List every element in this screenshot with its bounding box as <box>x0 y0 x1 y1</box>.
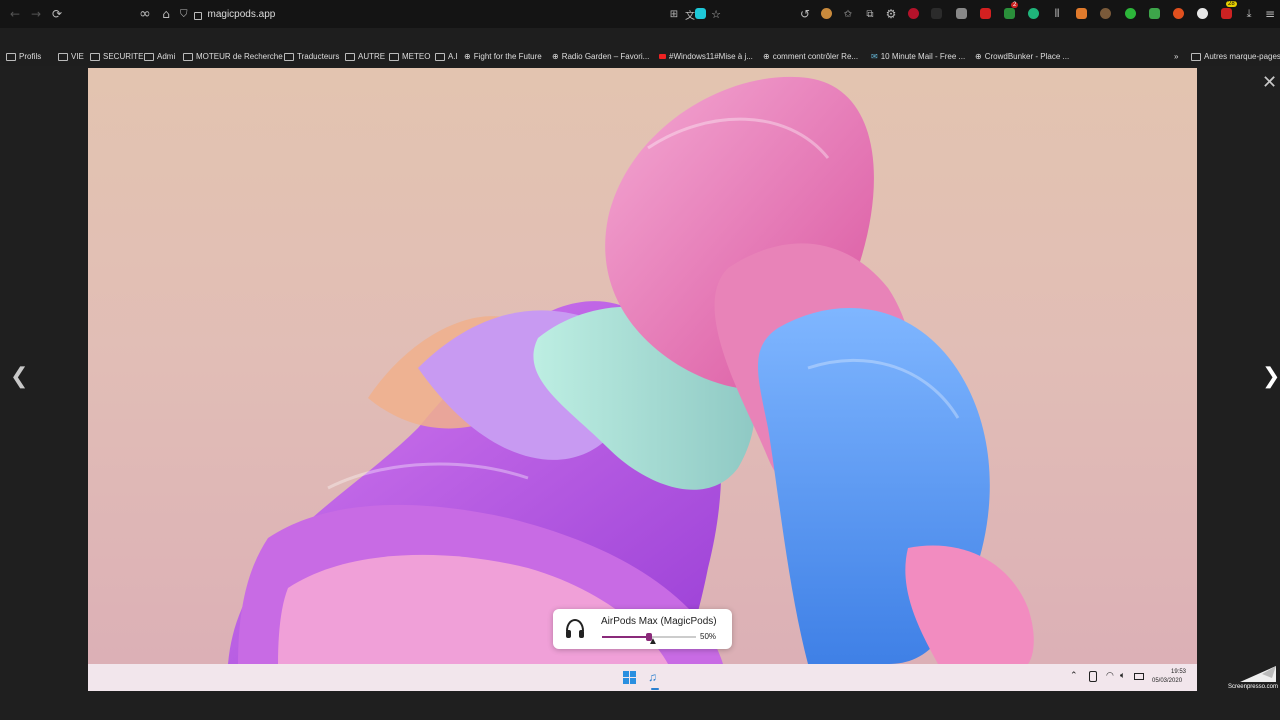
start-button[interactable] <box>623 671 636 684</box>
back-icon[interactable]: ← <box>6 5 24 23</box>
mail-icon: ✉ <box>871 52 878 61</box>
lock-icon <box>193 11 202 20</box>
gear-icon[interactable]: ⚙ <box>882 5 900 23</box>
folder-icon <box>58 52 68 61</box>
extension-icon[interactable] <box>1221 8 1232 19</box>
extension-icon[interactable] <box>1197 8 1208 19</box>
extension-icon[interactable] <box>956 8 967 19</box>
chevron-up-icon[interactable]: ⌃ <box>1070 670 1078 681</box>
magicpods-taskbar-icon[interactable]: ♫ <box>648 670 657 684</box>
bookmark-folder[interactable]: AUTRE <box>345 52 385 61</box>
extension-icon[interactable] <box>1125 8 1136 19</box>
bookmark-link[interactable]: ⊕ Radio Garden – Favori... <box>552 52 649 61</box>
url-text[interactable]: magicpods.app <box>208 9 276 20</box>
watermark-text: Screenpresso <box>1227 684 1265 690</box>
address-bar[interactable]: ⛉ magicpods.app <box>180 5 275 23</box>
browser-toolbar: ← → ⟳ ∞ ⌂ ⛉ magicpods.app ⊞ 文 ☆ ↺ ✩ ⧉ ⚙ … <box>0 0 1280 28</box>
battery-icon[interactable] <box>1134 673 1144 680</box>
infinity-icon[interactable]: ∞ <box>136 5 154 23</box>
bookmark-link[interactable]: ⊕ comment contrôler Re... <box>763 52 858 61</box>
wallpaper-image <box>88 68 1197 664</box>
bookmark-link[interactable]: ⊕ CrowdBunker - Place ... <box>975 52 1069 61</box>
bookmark-folder[interactable]: Traducteurs <box>284 52 339 61</box>
volume-percent: 50% <box>700 632 717 641</box>
star-icon[interactable]: ☆ <box>707 5 725 23</box>
wifi-icon[interactable]: ◠ <box>1106 670 1114 681</box>
cookie-extension-icon[interactable] <box>821 8 832 19</box>
extension-icon[interactable] <box>1004 8 1015 19</box>
bookmark-link[interactable]: ⊕ Fight for the Future <box>464 52 542 61</box>
clock-date[interactable]: 05/03/2020 <box>1152 678 1182 684</box>
home-icon[interactable]: ⌂ <box>157 5 175 23</box>
extension-icon[interactable] <box>695 8 706 19</box>
shield-icon[interactable]: ⛉ <box>180 9 188 20</box>
bookmark-folder[interactable]: MOTEUR de Recherche <box>183 52 283 61</box>
extension-icon[interactable] <box>1100 8 1111 19</box>
history-icon[interactable]: ↺ <box>796 5 814 23</box>
chevron-left-icon[interactable]: ❮ <box>10 364 28 389</box>
bookmark-folder[interactable]: Profils <box>6 52 41 61</box>
bookmark-folder[interactable]: METEO <box>389 52 430 61</box>
folder-icon <box>183 52 193 61</box>
forward-icon[interactable]: → <box>27 5 45 23</box>
chevron-right-icon[interactable]: ❯ <box>1262 364 1280 389</box>
extension-icon[interactable] <box>931 8 942 19</box>
bookmarks-overflow-button[interactable]: » <box>1174 52 1178 61</box>
taskbar: ♫ ⌃ ◠ 🔈︎ 19:53 05/03/2020 <box>88 664 1197 691</box>
screenpresso-watermark: Screenpresso.com <box>1228 664 1278 690</box>
globe-icon: ⊕ <box>552 52 559 61</box>
volume-icon[interactable]: 🔈︎ <box>1120 670 1125 681</box>
bookmark-folder[interactable]: VIE <box>58 52 84 61</box>
youtube-extension-icon[interactable] <box>980 8 991 19</box>
magicpods-running-indicator <box>651 688 659 690</box>
other-bookmarks-folder[interactable]: Autres marque-pages <box>1191 52 1280 61</box>
youtube-icon <box>659 54 666 59</box>
extension-icon[interactable] <box>1028 8 1039 19</box>
bookmark-link[interactable]: #Windows11#Mise à j... <box>659 52 753 61</box>
reload-icon[interactable]: ⟳ <box>48 5 66 23</box>
folder-icon <box>6 52 16 61</box>
folder-icon <box>345 52 355 61</box>
airpods-tray-icon[interactable] <box>1089 671 1097 682</box>
chevron-double-right-icon: » <box>1174 52 1179 61</box>
bookmark-folder[interactable]: Admi <box>144 52 175 61</box>
shield-extension-icon[interactable] <box>1149 8 1160 19</box>
trash-extension-icon[interactable] <box>1076 8 1087 19</box>
volume-slider-fill <box>602 636 649 638</box>
device-name: AirPods Max (MagicPods) <box>601 616 717 627</box>
clock-time[interactable]: 19:53 <box>1171 669 1186 675</box>
puzzle-icon[interactable]: ⧉ <box>861 5 879 23</box>
bookmark-folder[interactable]: SECURITE <box>90 52 143 61</box>
mouse-cursor-icon: ▲ <box>648 636 658 647</box>
folder-icon <box>144 52 154 61</box>
menu-icon[interactable]: ≡ <box>1261 5 1279 23</box>
bars-icon[interactable]: ⦀ <box>1048 5 1066 23</box>
abstract-fabric-artwork <box>228 76 1034 664</box>
bookmark-folder[interactable]: A.I <box>435 52 458 61</box>
folder-icon <box>90 52 100 61</box>
globe-icon: ⊕ <box>975 52 982 61</box>
bookmark-star-icon[interactable]: ✩ <box>839 5 857 23</box>
globe-icon: ⊕ <box>464 52 471 61</box>
close-icon[interactable]: ✕ <box>1262 72 1277 93</box>
watermark-subtext: .com <box>1264 684 1278 690</box>
volume-popup: AirPods Max (MagicPods) 50% <box>553 609 732 649</box>
folder-icon <box>435 52 445 61</box>
ublock-icon[interactable] <box>908 8 919 19</box>
extension-badge: 28 <box>1226 1 1237 7</box>
folder-icon <box>1191 52 1201 61</box>
extension-icon[interactable] <box>1173 8 1184 19</box>
page-curl-icon <box>1240 666 1276 682</box>
headphones-icon <box>566 618 584 638</box>
folder-icon <box>284 52 294 61</box>
download-icon[interactable]: ⤓ <box>1240 5 1258 23</box>
extension-badge: 2 <box>1011 2 1019 8</box>
bookmarks-bar: Profils VIE SECURITE Admi MOTEUR de Rech… <box>0 28 1280 66</box>
bookmark-link[interactable]: ✉ 10 Minute Mail - Free ... <box>871 52 965 61</box>
globe-icon: ⊕ <box>763 52 770 61</box>
folder-icon <box>389 52 399 61</box>
